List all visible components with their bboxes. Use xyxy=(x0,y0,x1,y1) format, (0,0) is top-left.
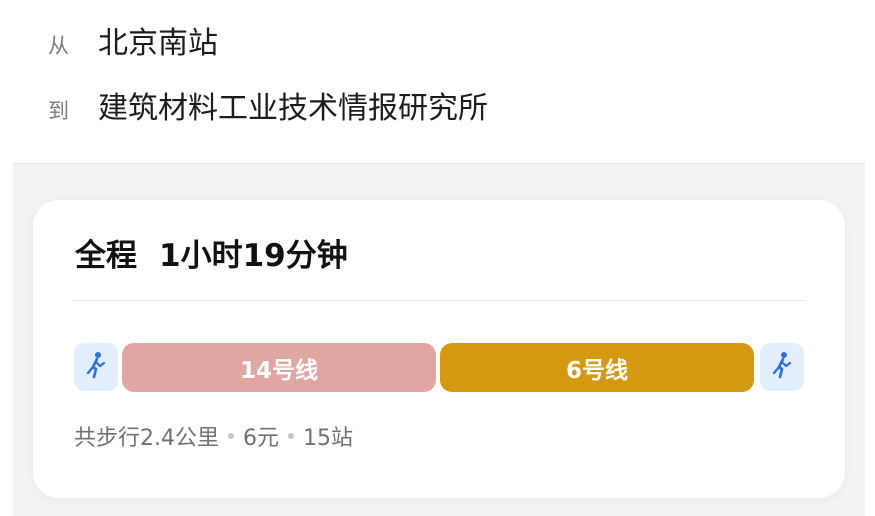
subway-line-6-segment: 6号线 xyxy=(440,343,754,392)
route-card[interactable]: 全程 1小时19分钟 14号线 6号线 共步行2.4公里 6元 15站 xyxy=(33,200,845,498)
walk-distance: 共步行2.4公里 xyxy=(74,426,219,451)
destination-name: 建筑材料工业技术情报研究所 xyxy=(98,91,488,126)
walk-end-segment xyxy=(760,343,804,391)
subway-line-14-label: 14号线 xyxy=(239,357,318,384)
separator-dot xyxy=(288,433,294,439)
total-label: 全程 xyxy=(75,238,137,274)
walk-icon xyxy=(84,351,108,383)
total-duration: 1小时19分钟 xyxy=(159,238,348,274)
separator-dot xyxy=(228,433,234,439)
destination-row[interactable]: 到 建筑材料工业技术情报研究所 xyxy=(48,83,488,127)
origin-name: 北京南站 xyxy=(98,26,218,61)
subway-line-6-label: 6号线 xyxy=(565,357,628,384)
stop-count: 15站 xyxy=(303,426,353,451)
route-total: 全程 1小时19分钟 xyxy=(75,230,348,275)
origin-tag: 从 xyxy=(48,34,69,58)
origin-row[interactable]: 从 北京南站 xyxy=(48,18,218,62)
fare: 6元 xyxy=(243,426,279,451)
route-summary: 共步行2.4公里 6元 15站 xyxy=(74,420,353,452)
destination-tag: 到 xyxy=(48,99,69,123)
route-segments: 14号线 6号线 xyxy=(74,343,804,393)
walk-icon xyxy=(770,351,794,383)
card-divider xyxy=(73,300,804,301)
subway-line-14-segment: 14号线 xyxy=(122,343,436,392)
walk-start-segment xyxy=(74,343,118,391)
